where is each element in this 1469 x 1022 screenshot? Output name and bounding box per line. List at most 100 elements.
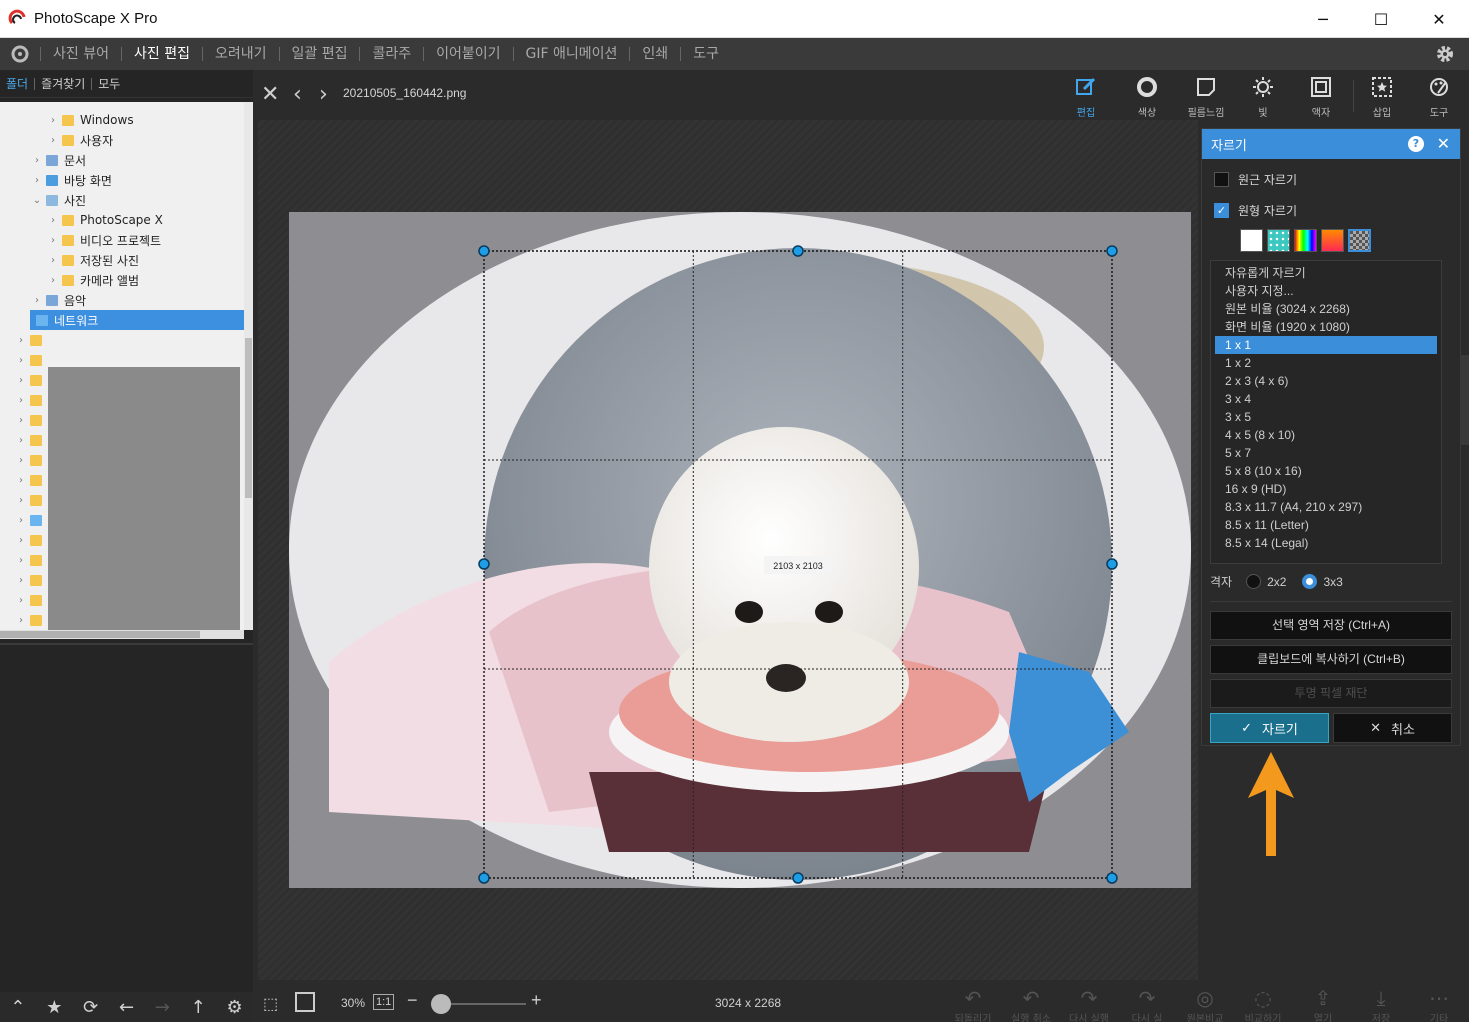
redo-button[interactable]: ↷ 다시 실행 [1061, 986, 1117, 1022]
maximize-button[interactable]: ☐ [1352, 0, 1410, 38]
chevron-right-icon[interactable]: › [48, 235, 58, 246]
close-button[interactable]: ✕ [1410, 0, 1468, 38]
forward-arrow-icon[interactable]: → [155, 997, 170, 1018]
original-compare-button[interactable]: ◎ 원본비교 [1177, 986, 1233, 1022]
ratio-item[interactable]: 5 x 8 (10 x 16) [1215, 462, 1437, 480]
swatch-gradient[interactable] [1321, 229, 1344, 252]
ratio-item[interactable]: 1 x 2 [1215, 354, 1437, 372]
settings-gear-icon[interactable] [1435, 44, 1455, 64]
swatch-teal-dots[interactable] [1267, 229, 1290, 252]
chevron-right-icon[interactable]: › [16, 555, 26, 566]
ratio-item[interactable]: 1 x 1 [1215, 336, 1437, 354]
circle-crop-option[interactable]: ✓ 원형 자르기 [1214, 202, 1297, 219]
open-button[interactable]: ⇪ 열기 [1295, 986, 1351, 1022]
menu-gif[interactable]: GIF 애니메이션 [514, 38, 630, 70]
ratio-item[interactable]: 화면 비율 (1920 x 1080) [1215, 318, 1437, 336]
compare-button[interactable]: ◌ 비교하기 [1235, 986, 1291, 1022]
revert-button[interactable]: ↶ 되돌리기 [945, 986, 1001, 1022]
previous-image-icon[interactable]: ‹ [293, 82, 302, 107]
minimize-button[interactable]: ─ [1294, 0, 1352, 38]
chevron-up-icon[interactable]: ⌃ [10, 997, 25, 1018]
grid-2x2-radio[interactable] [1246, 574, 1262, 589]
scrollbar-thumb[interactable] [245, 338, 252, 498]
scrollbar-thumb[interactable] [0, 631, 200, 638]
chevron-right-icon[interactable]: › [16, 435, 26, 446]
crop-apply-button[interactable]: ✓ 자르기 [1210, 713, 1329, 743]
image-canvas[interactable]: 2103 x 2103 [258, 120, 1198, 980]
tree-item-users[interactable]: › 사용자 [0, 130, 244, 150]
tool-insert[interactable]: 삽입 [1354, 74, 1410, 119]
ratio-item[interactable]: 8.5 x 14 (Legal) [1215, 534, 1437, 552]
menu-tools[interactable]: 도구 [681, 38, 731, 70]
chevron-right-icon[interactable]: › [16, 415, 26, 426]
ratio-item[interactable]: 8.3 x 11.7 (A4, 210 x 297) [1215, 498, 1437, 516]
crop-rectangle[interactable] [483, 250, 1113, 879]
zoom-level[interactable]: 30% [341, 996, 365, 1010]
menu-collage[interactable]: 콜라주 [360, 38, 423, 70]
tree-horizontal-scrollbar[interactable] [0, 630, 244, 639]
up-arrow-icon[interactable]: ↑ [191, 997, 206, 1018]
ratio-item[interactable]: 3 x 4 [1215, 390, 1437, 408]
menu-photo-editor[interactable]: 사진 편집 [122, 38, 202, 70]
chevron-right-icon[interactable]: › [48, 215, 58, 226]
tool-edit[interactable]: 편집 [1058, 74, 1114, 119]
tree-vertical-scrollbar[interactable] [244, 102, 253, 630]
zoom-in-button[interactable]: + [531, 990, 542, 1011]
crop-handle-bottom-left[interactable] [478, 872, 490, 884]
ratio-item[interactable]: 사용자 지정... [1215, 282, 1437, 300]
chevron-right-icon[interactable]: › [32, 175, 42, 186]
tree-item-network[interactable]: 네트워크 [30, 310, 244, 330]
crop-handle-bottom[interactable] [792, 872, 804, 884]
tree-item-desktop[interactable]: › 바탕 화면 [0, 170, 244, 190]
chevron-right-icon[interactable]: › [16, 335, 26, 346]
trim-transparent-button[interactable]: 투명 픽셀 재단 [1210, 679, 1452, 708]
back-arrow-icon[interactable]: ← [119, 997, 134, 1018]
chevron-right-icon[interactable]: › [16, 595, 26, 606]
ratio-item[interactable]: 4 x 5 (8 x 10) [1215, 426, 1437, 444]
chevron-right-icon[interactable]: › [16, 455, 26, 466]
menu-cut-out[interactable]: 오려내기 [203, 38, 279, 70]
tree-item-photoscape[interactable]: › PhotoScape X [0, 210, 244, 230]
perspective-crop-checkbox[interactable] [1214, 172, 1229, 187]
crop-handle-top-right[interactable] [1106, 245, 1118, 257]
next-image-icon[interactable]: › [319, 82, 328, 107]
chevron-right-icon[interactable]: › [16, 395, 26, 406]
tab-folder[interactable]: 폴더 [0, 75, 34, 92]
swatch-rainbow[interactable] [1294, 229, 1317, 252]
crop-handle-bottom-right[interactable] [1106, 872, 1118, 884]
panel-divider[interactable] [0, 643, 253, 645]
tool-light[interactable]: 빛 [1235, 74, 1291, 119]
menu-photo-viewer[interactable]: 사진 뷰어 [41, 38, 121, 70]
chevron-right-icon[interactable]: › [16, 615, 26, 626]
chevron-down-icon[interactable]: ⌄ [32, 195, 42, 206]
chevron-right-icon[interactable]: › [48, 255, 58, 266]
copy-to-clipboard-button[interactable]: 클립보드에 복사하기 (Ctrl+B) [1210, 645, 1452, 674]
tree-item-windows[interactable]: › Windows [0, 110, 244, 130]
tree-item-pictures[interactable]: ⌄ 사진 [0, 190, 244, 210]
crop-overlay[interactable] [258, 120, 1198, 980]
zoom-out-button[interactable]: − [407, 990, 418, 1011]
tool-color[interactable]: 색상 [1119, 74, 1175, 119]
crop-handle-right[interactable] [1106, 558, 1118, 570]
chevron-right-icon[interactable]: › [16, 515, 26, 526]
refresh-icon[interactable]: ⟳ [83, 997, 98, 1018]
ratio-item[interactable]: 16 x 9 (HD) [1215, 480, 1437, 498]
chevron-right-icon[interactable]: › [16, 355, 26, 366]
ratio-item[interactable]: 2 x 3 (4 x 6) [1215, 372, 1437, 390]
menu-combine[interactable]: 이어붙이기 [424, 38, 512, 70]
help-icon[interactable]: ? [1408, 136, 1424, 152]
tree-item-documents[interactable]: › 문서 [0, 150, 244, 170]
tree-item-video-projects[interactable]: › 비디오 프로젝트 [0, 230, 244, 250]
ratio-item[interactable]: 5 x 7 [1215, 444, 1437, 462]
tool-frame[interactable]: 액자 [1293, 74, 1349, 119]
star-icon[interactable]: ★ [46, 997, 62, 1018]
aspect-ratio-list[interactable]: 자유롭게 자르기 사용자 지정... 원본 비율 (3024 x 2268) 화면 비… [1210, 260, 1442, 564]
right-edge-handle[interactable] [1461, 355, 1469, 445]
tool-film[interactable]: 필름느낌 [1178, 74, 1234, 119]
swatch-white[interactable] [1240, 229, 1263, 252]
tree-item-saved-pictures[interactable]: › 저장된 사진 [0, 250, 244, 270]
ratio-item[interactable]: 원본 비율 (3024 x 2268) [1215, 300, 1437, 318]
chevron-right-icon[interactable]: › [16, 375, 26, 386]
frame-toggle-icon[interactable] [295, 992, 315, 1012]
tree-item-camera-roll[interactable]: › 카메라 앨범 [0, 270, 244, 290]
